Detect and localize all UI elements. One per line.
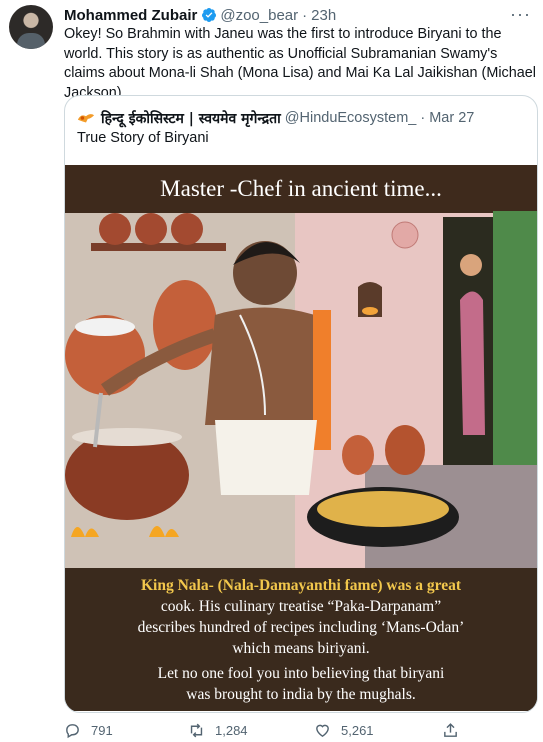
quoted-tweet-text: True Story of Biryani: [77, 130, 209, 146]
reply-button[interactable]: 791: [64, 722, 113, 739]
dhoti: [215, 420, 317, 495]
tweet-actions: 791 1,284 5,261: [64, 722, 464, 742]
woman-head: [460, 254, 482, 276]
chef-torso: [205, 307, 327, 425]
reply-icon: [66, 724, 79, 739]
small-pot: [385, 425, 425, 475]
quoted-timestamp[interactable]: Mar 27: [429, 110, 474, 126]
cooking-pot-rim: [72, 428, 182, 446]
quoted-author-name[interactable]: हिन्दू ईकोसिस्टम | स्वयमेव मृगेन्द्रता: [101, 109, 281, 128]
small-pot: [342, 435, 374, 475]
shelf-pot: [171, 213, 203, 245]
caption-line-6: was brought to india by the mughals.: [186, 686, 415, 703]
like-icon: [316, 724, 329, 738]
separator-dot: ·: [302, 6, 308, 24]
caption-line-4: which means biriyani.: [232, 640, 369, 657]
quoted-tweet-header: हिन्दू ईकोसिस्टम | स्वयमेव मृगेन्द्रता @…: [77, 108, 527, 128]
share-button[interactable]: [442, 722, 469, 739]
oil-lamp: [362, 307, 378, 315]
reply-count: 791: [91, 723, 113, 738]
like-button[interactable]: 5,261: [314, 722, 374, 739]
shelf-pot: [135, 213, 167, 245]
retweet-icon: [190, 723, 203, 738]
shelf-pot: [99, 213, 131, 245]
more-icon[interactable]: ···: [510, 4, 531, 25]
rice: [75, 318, 135, 336]
quoted-author-handle[interactable]: @HinduEcosystem_: [285, 110, 417, 126]
caption-line-5: Let no one fool you into believing that …: [158, 665, 445, 682]
wall-emblem: [391, 221, 419, 249]
tweet-timestamp[interactable]: 23h: [311, 7, 336, 24]
image-title: Master -Chef in ancient time...: [160, 176, 442, 201]
retweet-button[interactable]: 1,284: [188, 722, 248, 739]
share-icon: [444, 723, 457, 737]
tweet-text: Okey! So Brahmin with Janeu was the firs…: [64, 26, 536, 101]
quoted-separator-dot: ·: [420, 110, 426, 126]
author-handle[interactable]: @zoo_bear: [220, 7, 298, 24]
avatar[interactable]: [9, 5, 53, 49]
verified-badge-icon: [202, 8, 217, 22]
open-door: [493, 211, 537, 477]
biryani: [317, 491, 449, 527]
woman-figure: [460, 291, 485, 435]
quoted-tweet-image[interactable]: Master -Chef in ancient time... King Nal…: [65, 165, 537, 711]
caption-line-1: King Nala- (Nala-Damayanthi fame) was a …: [141, 577, 462, 594]
caption-line-2: cook. His culinary treatise “Paka-Darpan…: [161, 598, 441, 615]
retweet-count: 1,284: [215, 723, 248, 738]
tweet-header: Mohammed Zubair @zoo_bear · 23h: [64, 4, 531, 26]
hindu-ecosystem-logo-icon: [77, 114, 95, 123]
like-count: 5,261: [341, 723, 374, 738]
quoted-tweet[interactable]: हिन्दू ईकोसिस्टम | स्वयमेव मृगेन्द्रता @…: [64, 95, 538, 713]
caption-line-3: describes hundred of recipes including ‘…: [138, 619, 465, 636]
author-name[interactable]: Mohammed Zubair: [64, 7, 197, 24]
